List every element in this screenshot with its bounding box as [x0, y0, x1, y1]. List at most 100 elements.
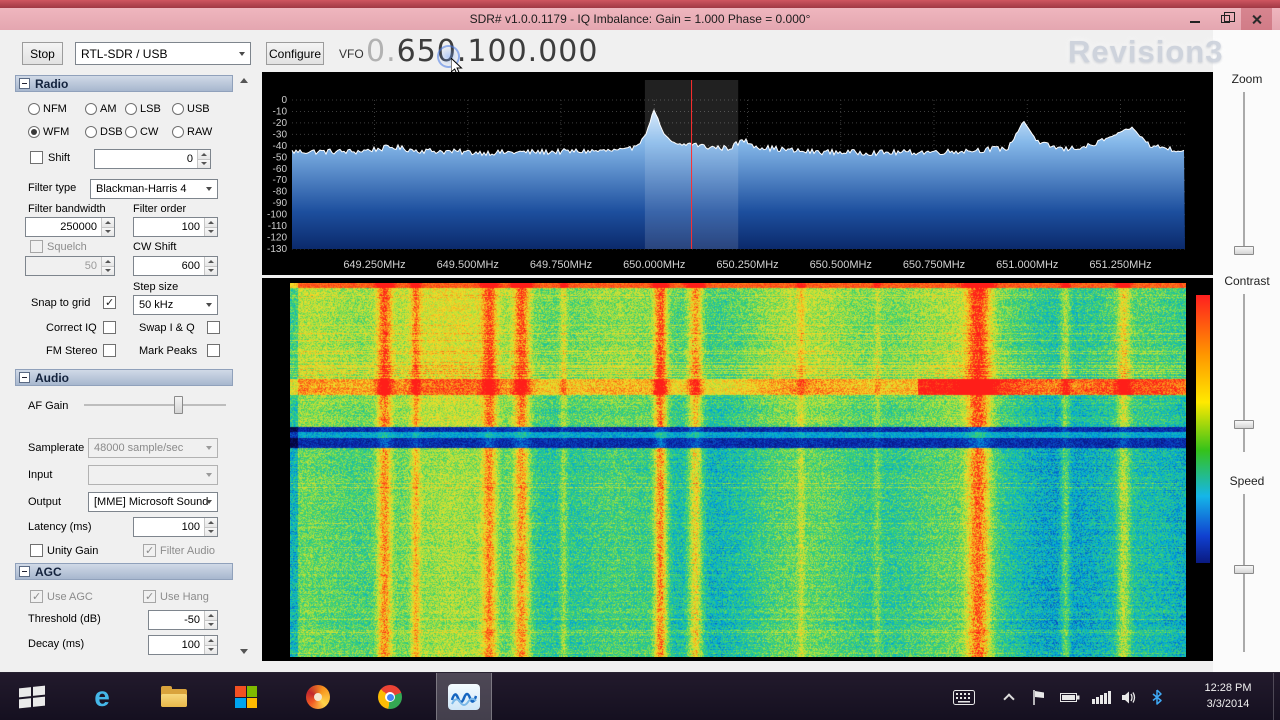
minimize-button[interactable] [1179, 8, 1210, 30]
filter-bandwidth-label: Filter bandwidth [28, 203, 106, 215]
correct-iq-checkbox[interactable] [103, 321, 116, 334]
agc-group-header[interactable]: AGC [15, 563, 233, 580]
spinner-down-icon[interactable] [205, 619, 217, 629]
taskbar-clock[interactable]: 12:28 PM 3/3/2014 [1190, 680, 1266, 712]
spinner-down-icon[interactable] [205, 644, 217, 654]
cw-shift-spinner[interactable] [204, 257, 217, 275]
spinner-up-icon[interactable] [205, 218, 217, 227]
speed-slider-thumb[interactable] [1234, 565, 1254, 574]
filter-type-select[interactable]: Blackman-Harris 4 [90, 179, 218, 199]
spinner-up-icon[interactable] [102, 218, 114, 227]
mode-usb-radio[interactable] [172, 103, 184, 115]
use-agc-checkbox[interactable] [30, 590, 43, 603]
configure-button[interactable]: Configure [266, 42, 324, 65]
zoom-slider-thumb[interactable] [1234, 246, 1254, 255]
collapse-icon[interactable] [19, 566, 30, 577]
step-size-select[interactable]: 50 kHz [133, 295, 218, 315]
spinner-down-icon[interactable] [102, 226, 114, 236]
taskbar-internet-explorer[interactable]: e [80, 673, 124, 720]
radio-group-header[interactable]: Radio [15, 75, 233, 92]
taskbar-active-app-sdrsharp[interactable] [436, 673, 492, 720]
swap-iq-checkbox[interactable] [207, 321, 220, 334]
tray-touch-keyboard[interactable] [946, 673, 982, 720]
spinner-down-icon[interactable] [205, 265, 217, 275]
latency-spinner[interactable] [204, 518, 217, 536]
mark-peaks-checkbox[interactable] [207, 344, 220, 357]
mode-dsb-radio[interactable] [85, 126, 97, 138]
filter-order-spinner[interactable] [204, 218, 217, 236]
collapse-icon[interactable] [19, 372, 30, 383]
output-select[interactable]: [MME] Microsoft Sound [88, 492, 218, 512]
filter-bandwidth-spinner[interactable] [101, 218, 114, 236]
zoom-slider-track[interactable] [1243, 92, 1245, 250]
spinner-up-icon[interactable] [205, 636, 217, 645]
decay-input[interactable]: 100 [148, 635, 218, 655]
mode-wfm-radio[interactable] [28, 126, 40, 138]
samplerate-select[interactable]: 48000 sample/sec [88, 438, 218, 458]
input-select[interactable] [88, 465, 218, 485]
tray-action-center[interactable] [1026, 673, 1052, 720]
fm-stereo-checkbox[interactable] [103, 344, 116, 357]
use-hang-checkbox[interactable] [143, 590, 156, 603]
spinner-up-icon[interactable] [102, 257, 114, 266]
waterfall-display[interactable] [290, 283, 1186, 657]
af-gain-slider[interactable] [84, 395, 226, 415]
decay-spinner[interactable] [204, 636, 217, 654]
mode-lsb-radio[interactable] [125, 103, 137, 115]
squelch-spinner[interactable] [101, 257, 114, 275]
mode-nfm-radio[interactable] [28, 103, 40, 115]
unity-gain-checkbox[interactable] [30, 544, 43, 557]
swap-iq-label: Swap I & Q [139, 322, 195, 334]
close-button[interactable] [1241, 8, 1272, 30]
tray-bluetooth[interactable] [1144, 673, 1170, 720]
shift-spinner[interactable] [197, 150, 210, 168]
sidebar-scroll-down-icon[interactable] [240, 649, 248, 654]
frequency-value[interactable]: 650.100.000 [397, 34, 599, 69]
squelch-input[interactable]: 50 [25, 256, 115, 276]
audio-group-header[interactable]: Audio [15, 369, 233, 386]
cw-shift-input[interactable]: 600 [133, 256, 218, 276]
mode-nfm-label: NFM [43, 103, 67, 115]
restore-button[interactable] [1210, 8, 1241, 30]
filter-order-input[interactable]: 100 [133, 217, 218, 237]
threshold-spinner[interactable] [204, 611, 217, 629]
start-button[interactable] [10, 673, 54, 720]
tray-volume[interactable] [1116, 673, 1142, 720]
snap-to-grid-checkbox[interactable] [103, 296, 116, 309]
filter-bandwidth-input[interactable]: 250000 [25, 217, 115, 237]
taskbar-chrome[interactable] [368, 673, 412, 720]
spinner-down-icon[interactable] [198, 158, 210, 168]
tray-show-hidden-icons[interactable] [996, 673, 1022, 720]
stop-button[interactable]: Stop [22, 42, 63, 65]
window-titlebar[interactable]: SDR# v1.0.0.1179 - IQ Imbalance: Gain = … [0, 8, 1280, 30]
spinner-up-icon[interactable] [205, 611, 217, 620]
spinner-down-icon[interactable] [205, 526, 217, 536]
sidebar-scroll-up-icon[interactable] [240, 78, 248, 83]
tray-network[interactable] [1088, 673, 1114, 720]
squelch-checkbox[interactable] [30, 240, 43, 253]
shift-checkbox[interactable] [30, 151, 43, 164]
spinner-up-icon[interactable] [198, 150, 210, 159]
taskbar-file-explorer[interactable] [152, 673, 196, 720]
mode-cw-radio[interactable] [125, 126, 137, 138]
mode-am-radio[interactable] [85, 103, 97, 115]
filter-audio-checkbox[interactable] [143, 544, 156, 557]
taskbar-app-tiles[interactable] [224, 673, 268, 720]
device-select[interactable]: RTL-SDR / USB [75, 42, 251, 65]
spinner-down-icon[interactable] [205, 226, 217, 236]
contrast-slider-thumb[interactable] [1234, 420, 1254, 429]
spinner-up-icon[interactable] [205, 257, 217, 266]
show-desktop-button[interactable] [1273, 673, 1280, 720]
latency-input[interactable]: 100 [133, 517, 218, 537]
frequency-display[interactable]: 0.650.100.000 [366, 35, 598, 69]
shift-input[interactable]: 0 [94, 149, 211, 169]
mode-raw-radio[interactable] [172, 126, 184, 138]
slider-thumb[interactable] [174, 396, 183, 414]
tray-power[interactable] [1056, 673, 1084, 720]
spectrum-display[interactable]: 0-10-20-30-40-50-60-70-80-90-100-110-120… [262, 72, 1213, 275]
spinner-down-icon[interactable] [102, 265, 114, 275]
spinner-up-icon[interactable] [205, 518, 217, 527]
collapse-icon[interactable] [19, 78, 30, 89]
taskbar-app-swirl[interactable] [296, 673, 340, 720]
threshold-input[interactable]: -50 [148, 610, 218, 630]
